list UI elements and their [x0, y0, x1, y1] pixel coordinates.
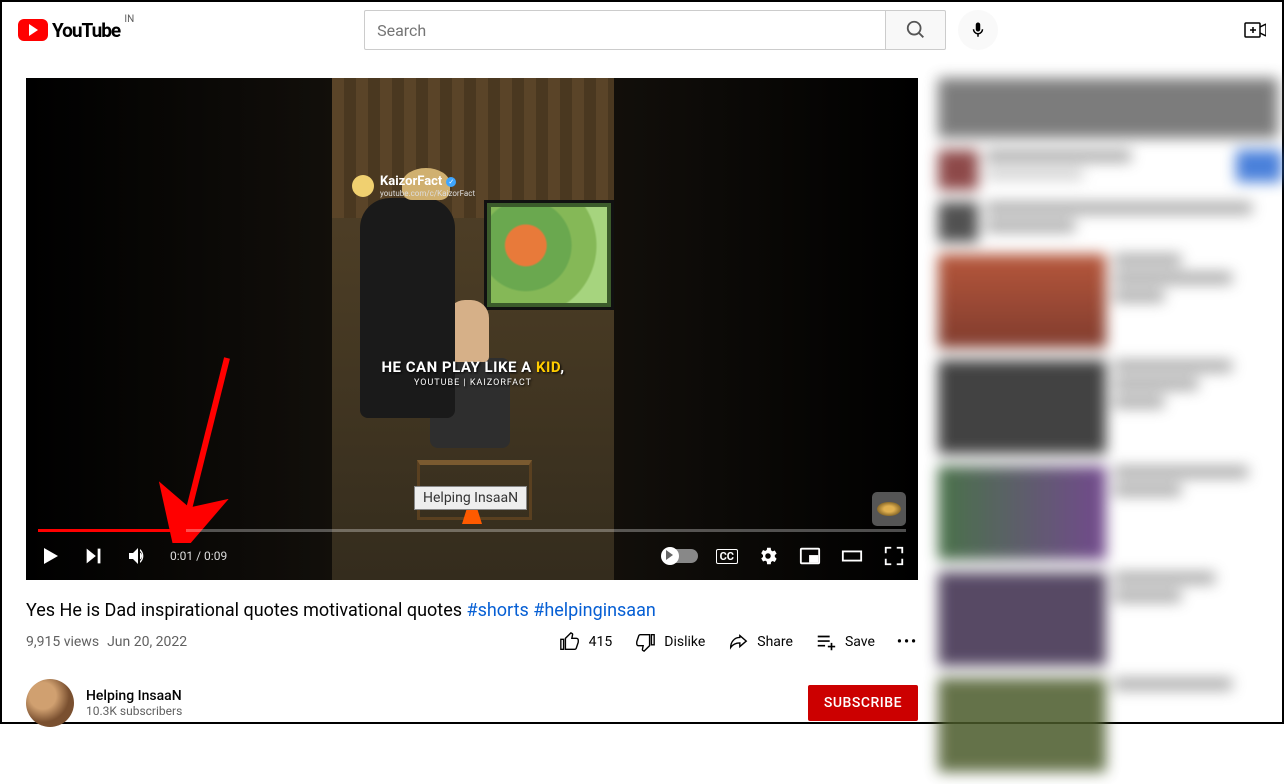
in-video-caption: HE CAN PLAY LIKE A KID, [332, 358, 614, 376]
like-button[interactable]: 415 [559, 631, 613, 653]
primary-column: KaizorFact ✓ youtube.com/c/KaizorFact HE… [26, 78, 918, 784]
next-icon [83, 545, 105, 567]
miniplayer-button[interactable] [798, 544, 822, 568]
theater-button[interactable] [840, 544, 864, 568]
in-video-caption-sub: YOUTUBE | KAIZORFACT [332, 378, 614, 388]
fullscreen-button[interactable] [882, 544, 906, 568]
search-section [120, 10, 1242, 50]
view-count: 9,915 views [26, 634, 99, 650]
channel-avatar[interactable] [26, 679, 74, 727]
captions-button[interactable]: CC [716, 549, 738, 564]
time-display: 0:01 / 0:09 [170, 549, 227, 563]
region-code: IN [124, 14, 134, 25]
in-video-watermark: Helping InsaaN [414, 486, 527, 510]
in-video-channel-url: youtube.com/c/KaizorFact [380, 189, 475, 198]
secondary-column [938, 78, 1282, 784]
channel-name[interactable]: Helping InsaaN [86, 688, 182, 704]
subscribe-button[interactable]: SUBSCRIBE [808, 685, 918, 721]
thumbs-up-icon [559, 631, 581, 653]
save-button[interactable]: Save [815, 631, 875, 653]
autoplay-toggle[interactable] [662, 549, 698, 563]
hashtag-link[interactable]: #helpinginsaan [533, 600, 656, 621]
main-content: KaizorFact ✓ youtube.com/c/KaizorFact HE… [2, 58, 1282, 784]
search-box [364, 10, 946, 50]
thumbs-down-icon [634, 631, 656, 653]
channel-row: Helping InsaaN 10.3K subscribers SUBSCRI… [26, 679, 918, 727]
player-controls: 0:01 / 0:09 CC [26, 532, 918, 580]
player-pillarbox-left [26, 78, 332, 580]
microphone-icon [969, 21, 987, 39]
verified-icon: ✓ [446, 177, 456, 187]
playlist-add-icon [815, 631, 837, 653]
video-meta-row: 9,915 views Jun 20, 2022 415 Dislike Sha… [26, 631, 918, 653]
video-player[interactable]: KaizorFact ✓ youtube.com/c/KaizorFact HE… [26, 78, 918, 580]
subscriber-count: 10.3K subscribers [86, 704, 182, 718]
youtube-play-icon [18, 19, 48, 41]
hashtag-link[interactable]: #shorts [467, 600, 529, 621]
settings-button[interactable] [756, 544, 780, 568]
youtube-logo[interactable]: YouTube IN [18, 19, 120, 42]
fullscreen-icon [883, 545, 905, 567]
masthead: YouTube IN [2, 2, 1282, 58]
gear-icon [757, 545, 779, 567]
youtube-wordmark: YouTube [52, 19, 120, 42]
volume-button[interactable] [126, 544, 150, 568]
channel-watermark-badge[interactable] [872, 492, 906, 526]
in-video-channel-name: KaizorFact [380, 174, 442, 189]
share-label: Share [757, 634, 793, 650]
next-button[interactable] [82, 544, 106, 568]
play-icon [38, 543, 62, 569]
share-button[interactable]: Share [727, 631, 793, 653]
in-video-channel-overlay: KaizorFact ✓ youtube.com/c/KaizorFact [352, 174, 475, 198]
more-actions-button[interactable]: ••• [897, 634, 918, 650]
miniplayer-icon [799, 545, 821, 567]
create-icon [1242, 18, 1266, 42]
video-title: Yes He is Dad inspirational quotes motiv… [26, 600, 918, 621]
share-icon [727, 631, 749, 653]
theater-icon [840, 545, 864, 567]
voice-search-button[interactable] [958, 10, 998, 50]
play-button[interactable] [38, 544, 62, 568]
volume-icon [126, 544, 150, 568]
create-button[interactable] [1242, 18, 1266, 42]
search-icon [905, 19, 927, 41]
in-video-avatar [352, 175, 374, 197]
search-input[interactable] [364, 10, 886, 50]
dislike-button[interactable]: Dislike [634, 631, 705, 653]
save-label: Save [845, 634, 875, 650]
upload-date: Jun 20, 2022 [107, 634, 187, 650]
header-right [1242, 18, 1266, 42]
dislike-label: Dislike [664, 634, 705, 650]
like-count: 415 [589, 634, 613, 650]
search-button[interactable] [886, 10, 946, 50]
